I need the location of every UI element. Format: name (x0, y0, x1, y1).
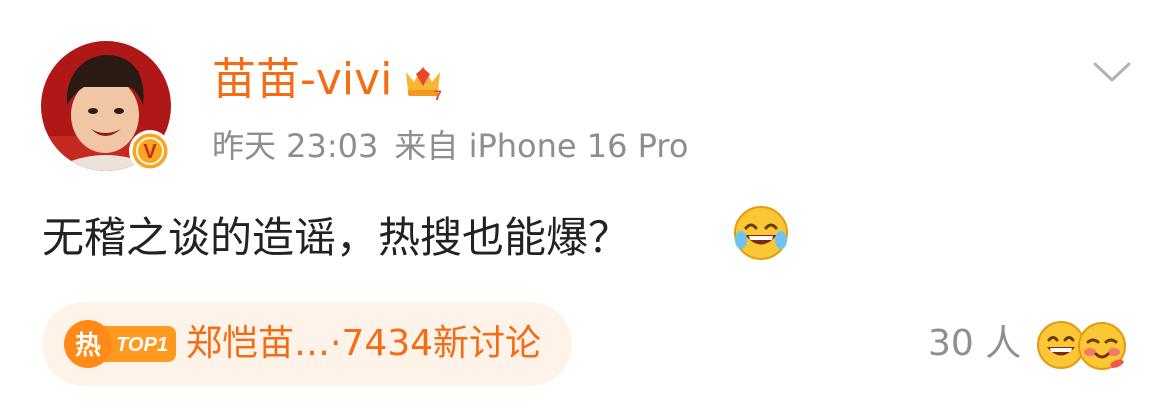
hot-search-badge: 热 TOP1 (62, 318, 178, 370)
member-crown-icon[interactable]: 7 (400, 56, 446, 103)
hot-rank-label: TOP1 (116, 334, 168, 356)
verified-badge: V (129, 130, 171, 172)
author-name[interactable]: 苗苗-vivi (212, 52, 392, 108)
post-text: 无稽之谈的造谣，热搜也能爆？ (42, 213, 631, 262)
laugh-icon (732, 204, 790, 262)
blush-icon (1076, 320, 1128, 372)
chevron-down-icon[interactable] (1092, 60, 1132, 84)
hot-badge-label: 热 (75, 331, 101, 361)
post-source[interactable]: 来自 iPhone 16 Pro (394, 127, 688, 165)
hot-search-text[interactable]: 郑恺苗…·7434新讨论 (186, 320, 541, 368)
verified-badge-label: V (143, 141, 157, 163)
member-level: 7 (434, 87, 442, 102)
post-time: 昨天 23:03 (212, 127, 379, 165)
reaction-count[interactable]: 30 人 (928, 320, 1021, 368)
post-meta: 昨天 23:03 来自 iPhone 16 Pro (212, 124, 688, 168)
